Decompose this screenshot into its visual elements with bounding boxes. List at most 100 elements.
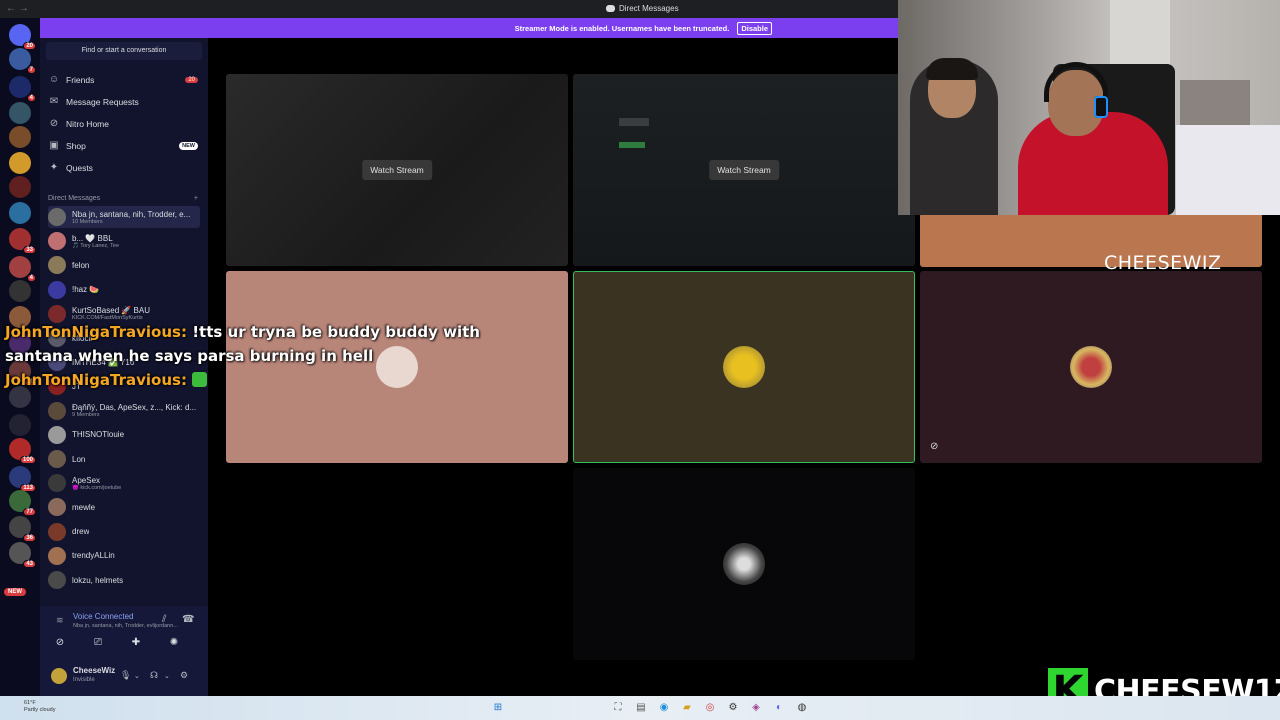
dm-names: Lon: [72, 455, 85, 464]
create-dm-button[interactable]: +: [194, 195, 198, 202]
dm-list-item[interactable]: felon: [48, 254, 200, 276]
participant-tile[interactable]: [920, 271, 1262, 463]
camera-off-icon[interactable]: ⊘: [50, 636, 70, 650]
watch-stream-button[interactable]: Watch Stream: [709, 160, 779, 180]
streamer-name-label: CHEESEWIZ: [1104, 252, 1222, 274]
dm-avatar: [48, 474, 66, 493]
stream-preview-bar: [619, 142, 645, 148]
weather-widget[interactable]: 61°F Partly cloudy: [24, 700, 56, 714]
dm-name: KurtSoBased 🚀 BAU: [72, 306, 150, 316]
title-bar: ← → Direct Messages: [0, 0, 900, 18]
dm-list-item[interactable]: !haz 🍉: [48, 279, 200, 301]
steam-icon[interactable]: ⚙: [725, 700, 741, 716]
disable-streamer-mode-button[interactable]: Disable: [737, 21, 772, 35]
dm-name: trendyALLin: [72, 551, 115, 561]
server-icon[interactable]: 77: [9, 490, 36, 516]
server-icon[interactable]: [9, 414, 31, 436]
server-mention-badge: 36: [23, 534, 36, 542]
dm-list-item[interactable]: Lon: [48, 448, 200, 470]
stream-tile-2[interactable]: Watch Stream: [573, 74, 915, 266]
server-icon[interactable]: 20: [9, 24, 36, 50]
server-mention-badge: 77: [23, 508, 36, 516]
file-explorer-icon[interactable]: ▤: [633, 700, 649, 716]
activities-icon[interactable]: ✚: [126, 636, 146, 650]
window-title: Direct Messages: [606, 4, 679, 13]
server-icon[interactable]: 4: [9, 256, 36, 282]
dm-name: drew: [72, 527, 90, 537]
app-icon[interactable]: ◈: [748, 700, 764, 716]
dm-name: b... 🤍 BBL: [72, 233, 113, 243]
dm-name: Nba jn, santana, nih, Trodder, e...: [72, 209, 191, 219]
nav-item-label: Friends: [66, 75, 95, 85]
server-icon[interactable]: [9, 202, 31, 224]
quests-icon: ✦: [49, 162, 59, 173]
dm-list-item[interactable]: drew: [48, 521, 200, 543]
discord-taskbar-icon[interactable]: ◐: [771, 700, 787, 716]
server-icon[interactable]: [9, 126, 31, 148]
microphone-icon[interactable]: 🎙: [120, 670, 131, 681]
server-icon[interactable]: 43: [9, 542, 36, 568]
nav-item-quests[interactable]: ✦ Quests: [48, 158, 198, 178]
server-icon[interactable]: [9, 280, 31, 302]
server-icon[interactable]: 100: [9, 438, 36, 464]
nav-item-shop[interactable]: ▣ Shop NEW: [48, 136, 198, 156]
find-conversation-input[interactable]: Find or start a conversation: [46, 42, 202, 60]
dm-list-item[interactable]: lokzu, helmets: [48, 569, 200, 591]
dm-list-item[interactable]: ApeSex 😈 kick.com/joetube: [48, 472, 200, 494]
nav-item-message-requests[interactable]: ✉ Message Requests: [48, 92, 198, 112]
voice-status[interactable]: Voice Connected: [73, 612, 134, 621]
nav-item-friends[interactable]: ☺ Friends 20: [48, 70, 198, 90]
server-icon[interactable]: 36: [9, 516, 36, 542]
server-icon[interactable]: 4: [9, 76, 36, 102]
server-icon[interactable]: 113: [9, 466, 36, 492]
dm-avatar: [48, 522, 66, 541]
history-nav[interactable]: ← →: [6, 3, 29, 14]
chrome-icon[interactable]: ◎: [702, 700, 718, 716]
server-icon[interactable]: [9, 102, 31, 124]
server-icon[interactable]: [9, 176, 31, 198]
disconnect-icon[interactable]: ☎: [182, 614, 194, 625]
server-mention-badge: 43: [23, 560, 36, 568]
task-view-icon[interactable]: ⛶: [610, 700, 626, 716]
dm-list-item[interactable]: Nba jn, santana, nih, Trodder, e... 10 Me…: [48, 206, 200, 228]
user-status: Invisible: [73, 677, 95, 683]
dm-list-item[interactable]: trendyALLin: [48, 545, 200, 567]
dm-name: lokzu, helmets: [72, 575, 124, 585]
dm-avatar: [48, 546, 66, 565]
server-icon[interactable]: 33: [9, 228, 36, 254]
user-avatar[interactable]: [51, 668, 67, 684]
taskbar-spacer: [513, 700, 603, 716]
participant-tile-speaking[interactable]: [573, 271, 915, 463]
dm-list-item[interactable]: mewle: [48, 496, 200, 518]
server-icon[interactable]: 7: [9, 48, 36, 74]
edge-icon[interactable]: ◉: [656, 700, 672, 716]
dm-list-item[interactable]: Ðąňñý, Das, ApeSex, z..., Kick: d... 9 Me…: [48, 400, 200, 422]
settings-gear-icon[interactable]: ⚙: [180, 670, 188, 681]
headphone-options-chevron-icon[interactable]: ⌄: [164, 672, 170, 680]
new-badge: NEW: [4, 588, 26, 596]
windows-start-icon[interactable]: ⊞: [490, 700, 506, 716]
taskbar: 61°F Partly cloudy ⊞ ⛶ ▤ ◉ ▰ ◎ ⚙ ◈ ◐ ◍: [0, 696, 1280, 720]
dm-name: !haz 🍉: [72, 285, 100, 295]
dm-names: trendyALLin: [72, 551, 115, 560]
stream-tile-1[interactable]: Watch Stream: [226, 74, 568, 266]
nav-item-label: Quests: [66, 163, 93, 173]
headphones-icon[interactable]: ☊: [150, 670, 158, 681]
dm-list-item[interactable]: b... 🤍 BBL 🎵 Tory Lanez, Tee: [48, 230, 200, 252]
server-icon[interactable]: [9, 152, 31, 174]
mic-options-chevron-icon[interactable]: ⌄: [134, 672, 140, 680]
watch-stream-button[interactable]: Watch Stream: [362, 160, 432, 180]
chat-overlay: JohnTonNigaTravious: !tts ur tryna be bu…: [5, 320, 485, 392]
dm-name: THISNOTlouie: [72, 430, 125, 440]
soundboard-icon[interactable]: ✺: [164, 636, 184, 650]
dm-names: drew: [72, 527, 89, 536]
dm-list-item[interactable]: THISNOTlouie: [48, 424, 200, 446]
screen-share-icon[interactable]: ⎚: [88, 636, 108, 650]
folder-icon[interactable]: ▰: [679, 700, 695, 716]
noise-suppression-icon[interactable]: ⫽: [162, 614, 166, 625]
nav-item-nitro-home[interactable]: ⊘ Nitro Home: [48, 114, 198, 134]
signal-icon: ≋: [56, 615, 64, 625]
participant-tile[interactable]: [573, 468, 915, 660]
user-panel: CheeseWiz Invisible 🎙 ⌄ ☊ ⌄ ⚙: [40, 658, 208, 696]
obs-icon[interactable]: ◍: [794, 700, 810, 716]
